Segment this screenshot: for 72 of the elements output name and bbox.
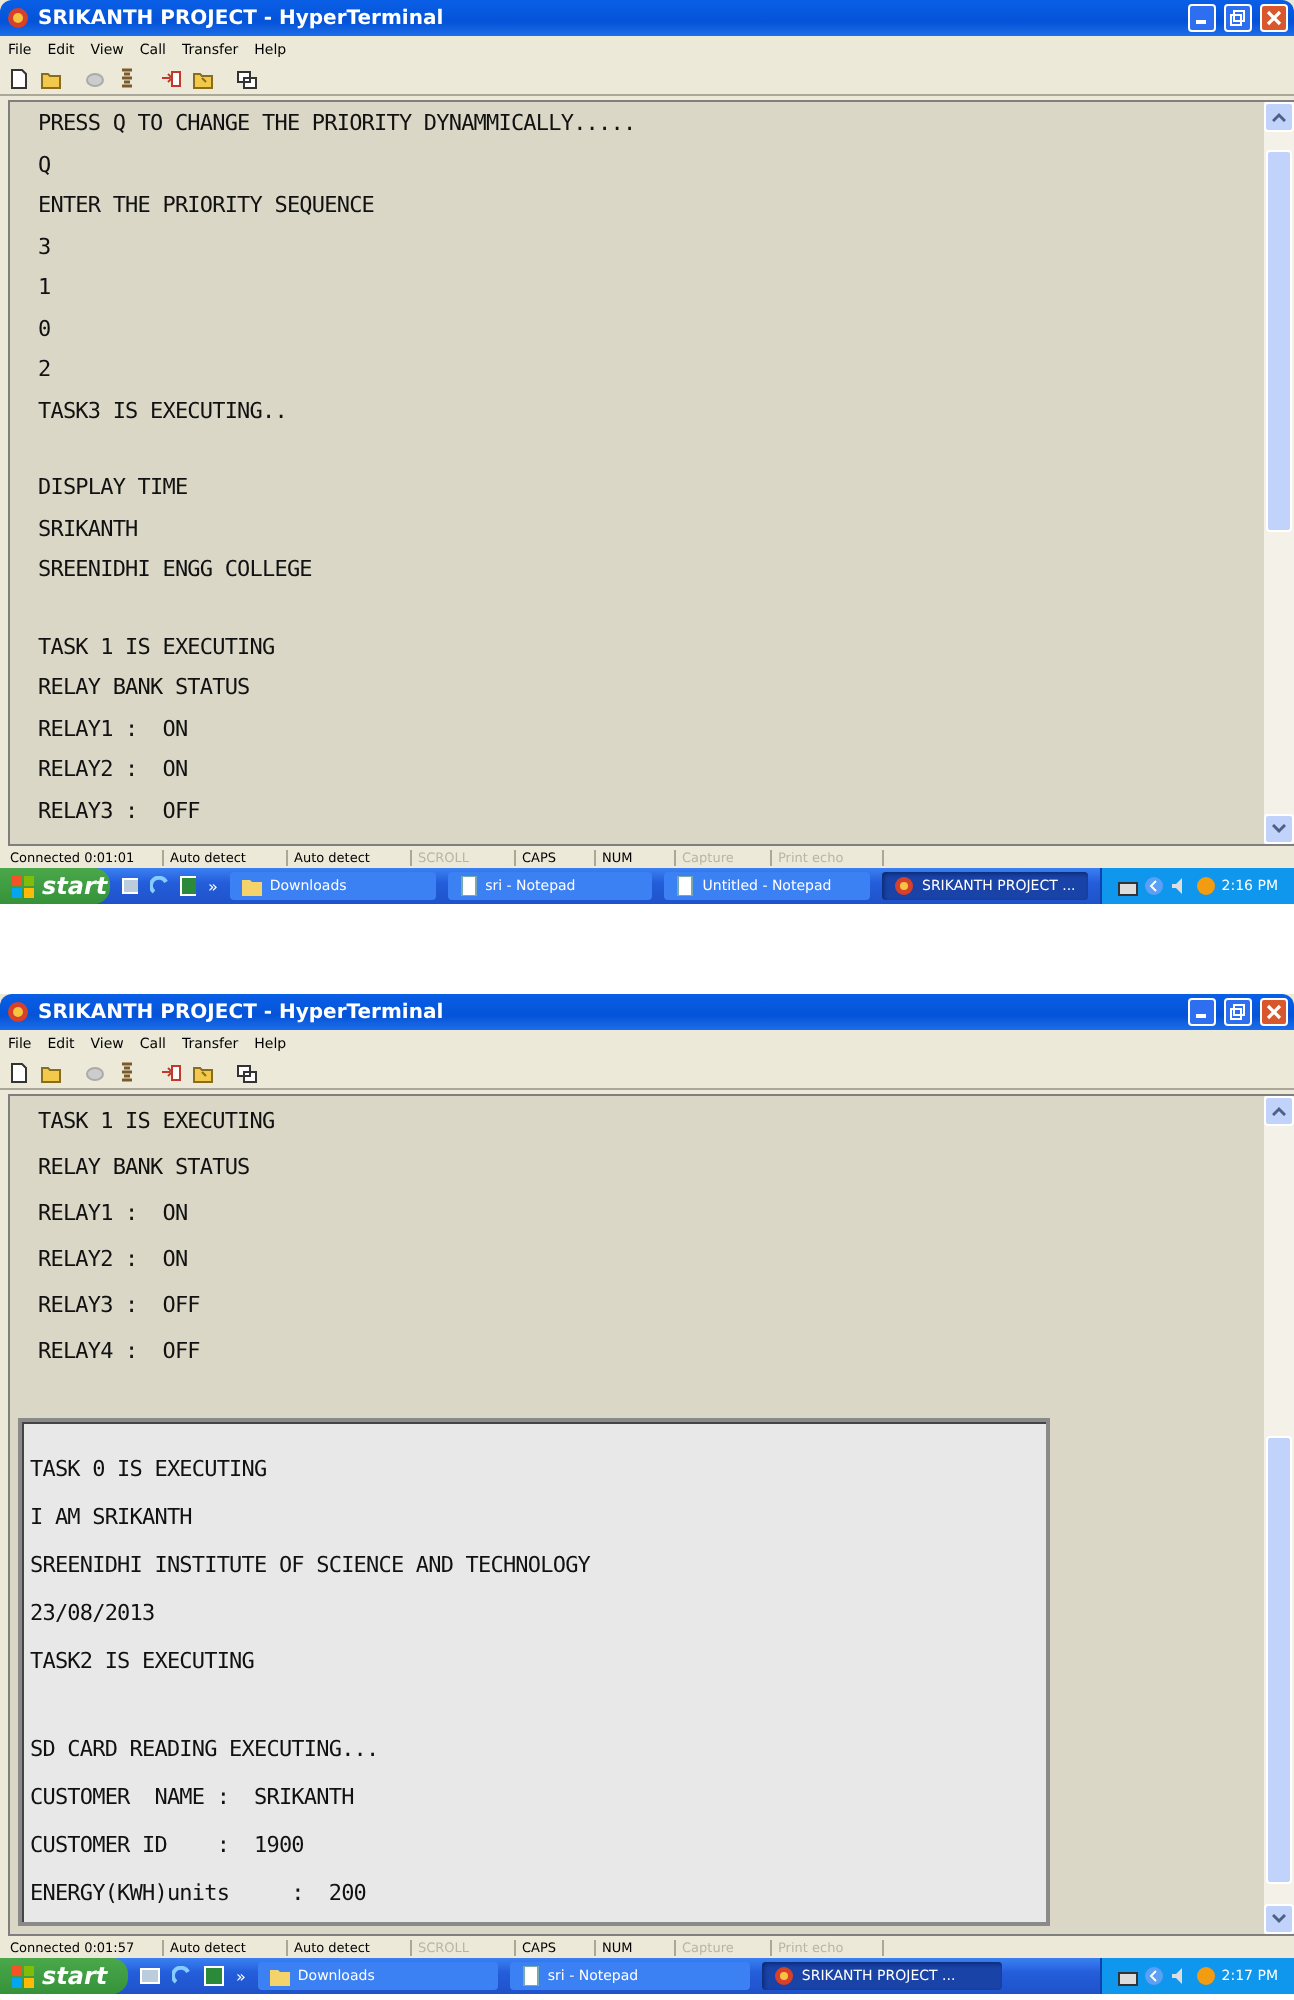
terminal-line: ENTER THE PRIORITY SEQUENCE	[38, 190, 377, 222]
properties-icon[interactable]	[236, 67, 258, 89]
terminal-line: RELAY BANK STATUS	[38, 672, 252, 704]
terminal-line: PRESS Q TO CHANGE THE PRIORITY DYNAMMICALLY.....	[38, 108, 638, 140]
terminal-line: RELAY BANK STATUS	[38, 1152, 252, 1184]
terminal-line: SREENIDHI INSTITUTE OF SCIENCE AND TECHNOLOGY	[30, 1550, 593, 1582]
window-title: SRIKANTH PROJECT - HyperTerminal	[38, 7, 446, 29]
notepad-icon	[676, 876, 695, 896]
scroll-up-icon[interactable]	[1264, 102, 1294, 132]
scrollbar[interactable]	[1264, 1096, 1294, 1934]
terminal-line: I AM SRIKANTH	[30, 1502, 194, 1534]
scroll-down-icon[interactable]	[1264, 1904, 1294, 1934]
close-button[interactable]	[1260, 4, 1288, 32]
open-folder-icon[interactable]	[40, 1061, 62, 1083]
new-file-icon[interactable]	[8, 1061, 30, 1083]
terminal-line: RELAY3 : OFF	[38, 1290, 202, 1322]
folder-icon	[241, 877, 262, 895]
folder-icon	[269, 1967, 290, 1985]
terminal-line: RELAY2 : ON	[38, 754, 190, 786]
window-title: SRIKANTH PROJECT - HyperTerminal	[38, 1001, 446, 1023]
properties-icon[interactable]	[236, 1061, 258, 1083]
maximize-button[interactable]	[1224, 4, 1252, 32]
terminal-line: CUSTOMER ID : 1900	[30, 1830, 306, 1862]
scroll-down-icon[interactable]	[1264, 814, 1294, 844]
close-button[interactable]	[1260, 998, 1288, 1026]
terminal-line: SREENIDHI ENGG COLLEGE	[38, 554, 314, 586]
terminal-line: Q	[38, 149, 53, 181]
minimize-button[interactable]	[1188, 998, 1216, 1026]
windows-logo-icon	[12, 1965, 34, 1987]
terminal-line: ENERGY(KWH)units : 200	[30, 1878, 369, 1910]
scroll-up-icon[interactable]	[1264, 1096, 1294, 1126]
app-icon	[6, 1000, 30, 1024]
open-folder-icon[interactable]	[40, 67, 62, 89]
restore-icon	[1230, 10, 1246, 26]
terminal-line: 2	[38, 354, 53, 386]
terminal-line: TASK 1 IS EXECUTING	[38, 631, 277, 663]
more-button[interactable]: »	[207, 877, 218, 895]
tray-icon[interactable]	[1117, 877, 1138, 895]
terminal-line: CUSTOMER NAME : SRIKANTH	[30, 1782, 356, 1814]
desktop-icon[interactable]	[121, 876, 139, 896]
terminal-line: TASK2 IS EXECUTING	[30, 1646, 257, 1678]
maximize-button[interactable]	[1224, 998, 1252, 1026]
terminal-line: SRIKANTH	[38, 513, 140, 545]
close-icon	[1266, 1004, 1282, 1020]
scroll-thumb[interactable]	[1266, 150, 1292, 532]
terminal-line: RELAY1 : ON	[38, 1198, 190, 1230]
terminal-line: 1	[38, 272, 53, 304]
restore-icon	[1230, 1004, 1246, 1020]
terminal-line: TASK3 IS EXECUTING..	[38, 395, 289, 427]
terminal-line: SD CARD READING EXECUTING...	[30, 1734, 381, 1766]
terminal-line: 23/08/2013	[30, 1598, 157, 1630]
more-button[interactable]: »	[236, 1967, 246, 1985]
desktop-icon[interactable]	[140, 1966, 160, 1986]
new-file-icon[interactable]	[8, 67, 30, 89]
close-icon	[1266, 10, 1282, 26]
scrollbar[interactable]	[1264, 102, 1294, 844]
scroll-thumb[interactable]	[1266, 1435, 1292, 1885]
terminal-line: 0	[38, 313, 53, 345]
windows-logo-icon	[12, 875, 34, 897]
terminal-line: TASK 0 IS EXECUTING	[30, 1454, 269, 1486]
terminal-line: RELAY2 : ON	[38, 1244, 190, 1276]
terminal-line: TASK 1 IS EXECUTING	[38, 1106, 277, 1138]
notepad-icon	[459, 876, 478, 896]
app-icon	[6, 6, 30, 30]
terminal-line: DISPLAY TIME	[38, 472, 190, 504]
terminal-line: RELAY1 : ON	[38, 713, 190, 745]
terminal-line: 3	[38, 231, 53, 263]
notepad-icon	[521, 1966, 540, 1986]
tray-icon[interactable]	[1117, 1967, 1138, 1985]
minimize-button[interactable]	[1188, 4, 1216, 32]
terminal-line: RELAY3 : OFF	[38, 795, 202, 827]
terminal-line: RELAY4 : OFF	[38, 1336, 202, 1368]
